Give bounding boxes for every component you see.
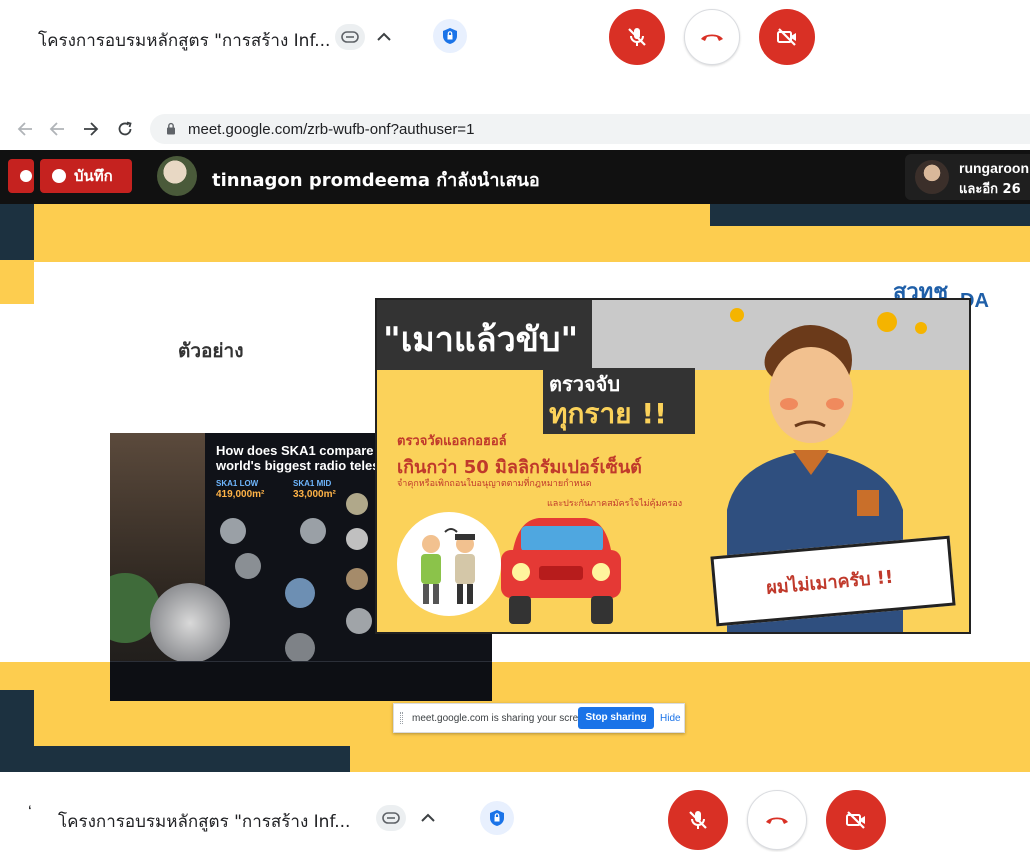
camera-off-button[interactable] <box>826 790 886 850</box>
presentation-header: บันทึก tinnagon promdeema กำลังนำเสนอ ru… <box>0 150 1030 204</box>
camera-off-icon <box>846 811 865 829</box>
present-icon[interactable] <box>335 24 365 50</box>
shared-screen: สวทช DA ตัวอย่าง How does SKA1 compare w… <box>0 150 1030 772</box>
slide-decor-navy-bottom <box>34 746 350 772</box>
record-dot-icon <box>20 170 32 182</box>
url-text: meet.google.com/zrb-wufb-onf?authuser=1 <box>188 121 475 138</box>
car-illustration <box>495 510 627 630</box>
telescope-icon-4 <box>346 528 368 550</box>
ska-title-line2: world's biggest radio telesco <box>216 458 395 473</box>
meet-control-bar-top: โครงการอบรมหลักสูตร "การสร้าง Inf... <box>0 0 1030 80</box>
poster-alcohol-label: ตรวจวัดแอลกอฮอล์ <box>397 434 507 449</box>
participant-count: และอีก 26 <box>959 182 1021 197</box>
hangup-button[interactable] <box>747 790 807 850</box>
poster-penalty-label: จำคุกหรือเพิกถอนใบอนุญาตตามที่กฎหมายกำหน… <box>397 479 592 489</box>
poster-insurance-label: และประกันภาคสมัครใจไม่คุ้มครอง <box>547 499 683 509</box>
hangup-button[interactable] <box>684 9 740 65</box>
telescope-icon-8 <box>285 633 315 663</box>
present-icon[interactable] <box>376 805 406 831</box>
presenter-avatar <box>157 156 197 196</box>
shield-icon[interactable] <box>480 801 514 835</box>
poster-headline: "เมาแล้วขับ" <box>383 320 579 360</box>
telescope-icon-6 <box>285 578 315 608</box>
poster-sign-text: ผมไม่เมาครับ !! <box>765 566 895 599</box>
participant-name: rungaroon <box>959 160 1029 176</box>
telescope-icon-1 <box>220 518 246 544</box>
slide-decor-navy-top <box>710 204 1030 226</box>
shield-icon[interactable] <box>433 19 467 53</box>
telescope-icon-7 <box>346 568 368 590</box>
chevron-up-icon[interactable] <box>374 27 394 47</box>
meet-control-bar-bottom: ‘ โครงการอบรมหลักสูตร "การสร้าง Inf... <box>0 772 1030 852</box>
hangup-icon <box>701 34 723 41</box>
camera-off-button[interactable] <box>759 9 815 65</box>
mic-off-button[interactable] <box>668 790 728 850</box>
telescope-icon-9 <box>346 608 372 634</box>
participant-avatar <box>915 160 949 194</box>
back-icon[interactable] <box>46 118 68 140</box>
mic-off-button[interactable] <box>609 9 665 65</box>
reload-icon[interactable] <box>114 118 136 140</box>
telescope-icon-2 <box>300 518 326 544</box>
back-disabled-icon <box>14 118 36 140</box>
record-button[interactable]: บันทึก <box>40 159 132 193</box>
drunk-driving-poster: "เมาแล้วขับ" ตรวจจับ ทุกราย !! ตรวจวัดแอ… <box>375 298 971 634</box>
bottom-mark: ‘ <box>28 802 32 821</box>
ska-mid-label: SKA1 MID <box>293 479 332 488</box>
meeting-title: โครงการอบรมหลักสูตร "การสร้าง Inf... <box>38 31 331 51</box>
slide-decor-navy-bottom-left <box>0 690 34 772</box>
poster-every-label: ทุกราย !! <box>549 397 667 430</box>
telescope-icon-5 <box>235 553 261 579</box>
record-dot-icon <box>52 169 66 183</box>
lock-icon <box>167 122 175 135</box>
ska-low-value: 419,000m² <box>216 489 265 500</box>
camera-off-icon <box>777 28 796 46</box>
meeting-title-bottom: โครงการอบรมหลักสูตร "การสร้าง Inf... <box>58 812 351 832</box>
mic-off-icon <box>689 811 707 829</box>
ska-low-label: SKA1 LOW <box>216 479 259 488</box>
officer-illustration <box>397 512 501 616</box>
forward-icon[interactable] <box>80 118 102 140</box>
ska-footer-text <box>110 661 492 701</box>
slide-label: ตัวอย่าง <box>178 340 244 362</box>
ska-mid-value: 33,000m² <box>293 489 336 500</box>
screen-share-bar: meet.google.com is sharing your screen. … <box>393 703 685 733</box>
chevron-up-icon[interactable] <box>418 808 438 828</box>
record-label: บันทึก <box>74 167 113 185</box>
share-message: meet.google.com is sharing your screen. <box>412 713 593 724</box>
stop-sharing-button[interactable]: Stop sharing <box>578 707 654 729</box>
ska-title-line1: How does SKA1 compare w <box>216 443 388 458</box>
participants-chip[interactable]: rungaroon และอีก 26 <box>905 154 1030 200</box>
dish-photo-large <box>150 583 230 663</box>
address-bar[interactable]: meet.google.com/zrb-wufb-onf?authuser=1 <box>150 114 1030 144</box>
mic-off-icon <box>628 28 646 46</box>
hangup-icon <box>766 817 788 824</box>
slide-decor-yellow-left <box>0 260 34 304</box>
record-side-button[interactable] <box>8 159 34 193</box>
slide-decor-navy-left <box>0 204 34 260</box>
telescope-icon-3 <box>346 493 368 515</box>
hide-button[interactable]: Hide <box>660 713 681 724</box>
browser-toolbar: meet.google.com/zrb-wufb-onf?authuser=1 <box>0 110 1030 148</box>
presenter-text: tinnagon promdeema กำลังนำเสนอ <box>212 170 540 191</box>
drag-handle-icon[interactable] <box>400 712 403 724</box>
